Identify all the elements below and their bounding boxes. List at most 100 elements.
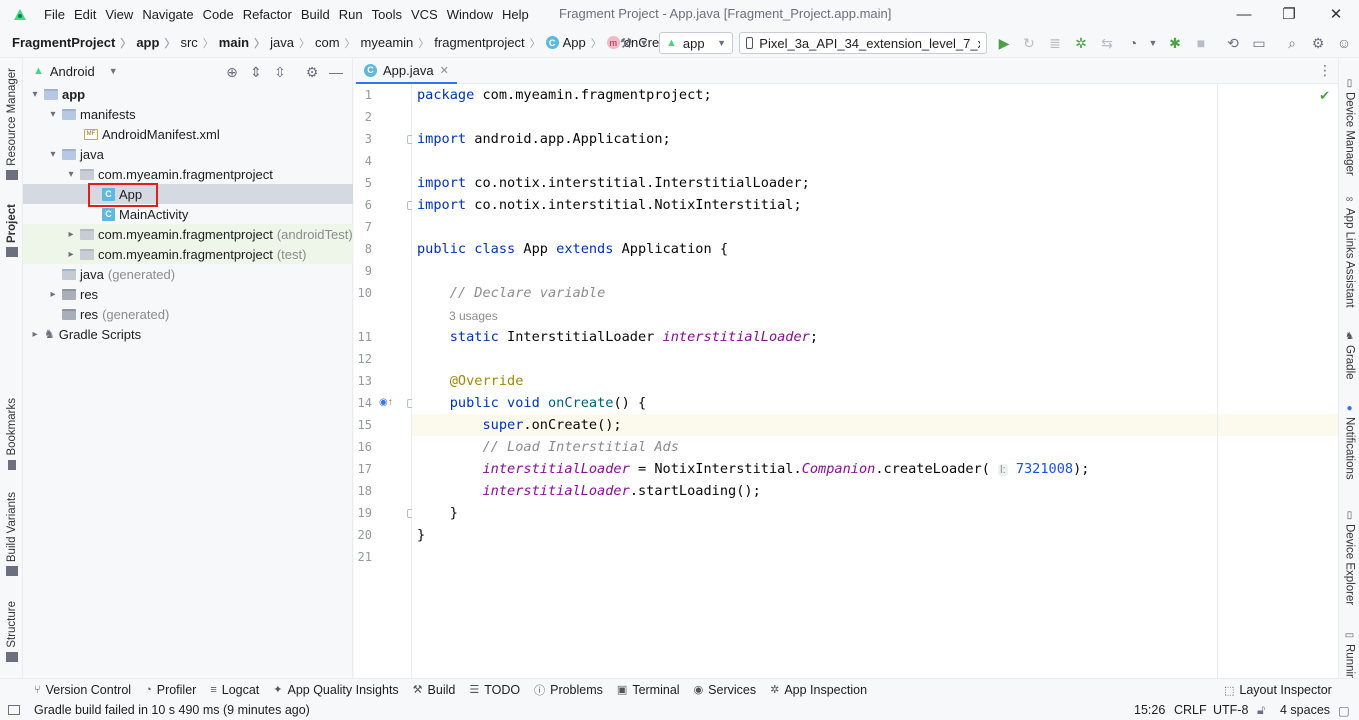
minimize-button[interactable]: — bbox=[1221, 0, 1267, 28]
breadcrumb-java[interactable]: java 〉 bbox=[270, 35, 315, 51]
chevron-down-icon[interactable]: ▼ bbox=[109, 66, 118, 76]
menu-view[interactable]: View bbox=[101, 7, 137, 22]
maximize-button[interactable]: ❐ bbox=[1266, 0, 1312, 28]
tool-logcat[interactable]: ≡ Logcat bbox=[210, 683, 259, 697]
tool-tab-device-explorer[interactable]: ▯ Device Explorer bbox=[1339, 510, 1359, 605]
chevron-down-icon[interactable]: ▾ bbox=[28, 89, 42, 100]
chevron-down-icon[interactable]: ▾ bbox=[46, 149, 60, 160]
tab-app-java[interactable]: C App.java ✕ bbox=[356, 58, 457, 84]
tree-item-gradle-scripts[interactable]: ▸ ♞ Gradle Scripts bbox=[23, 324, 353, 344]
account-icon[interactable]: ☺ bbox=[1332, 32, 1356, 54]
menu-help[interactable]: Help bbox=[498, 7, 533, 22]
tree-item-app[interactable]: ▾ app bbox=[23, 84, 353, 104]
tool-tab-device-manager[interactable]: ▯ Device Manager bbox=[1339, 78, 1359, 176]
code-editor[interactable]: ✔ package com.myeamin.fragmentproject; i… bbox=[412, 84, 1338, 678]
tree-item-package[interactable]: ▾ com.myeamin.fragmentproject bbox=[23, 164, 353, 184]
run-config-select[interactable]: ▲ app ▼ bbox=[659, 32, 733, 54]
breadcrumb-com[interactable]: com 〉 bbox=[315, 35, 361, 51]
chevron-right-icon[interactable]: ▸ bbox=[46, 289, 60, 300]
tree-item-java[interactable]: ▾ java bbox=[23, 144, 353, 164]
hide-panel-icon[interactable]: — bbox=[324, 61, 348, 83]
chevron-right-icon[interactable]: ▸ bbox=[28, 329, 42, 340]
chevron-down-icon[interactable]: ▼ bbox=[632, 32, 656, 54]
tool-problems[interactable]: ⓘ Problems bbox=[534, 682, 603, 698]
tool-tab-gradle[interactable]: ♞ Gradle bbox=[1339, 331, 1359, 380]
locate-file-icon[interactable]: ⊕ bbox=[220, 61, 244, 83]
chevron-down-icon[interactable]: ▼ bbox=[1141, 32, 1165, 54]
line-separator[interactable]: CRLF bbox=[1174, 703, 1207, 717]
close-window-button[interactable]: ✕ bbox=[1313, 0, 1359, 28]
menu-refactor[interactable]: Refactor bbox=[239, 7, 296, 22]
tool-build[interactable]: ⚒ Build bbox=[413, 683, 456, 697]
attach-process-icon[interactable]: ✱ bbox=[1163, 32, 1187, 54]
menu-edit[interactable]: Edit bbox=[70, 7, 100, 22]
tool-services[interactable]: ◉ Services bbox=[694, 683, 757, 697]
tree-item-test-package[interactable]: ▸ com.myeamin.fragmentproject (test) bbox=[23, 244, 353, 264]
no-problems-check-icon[interactable]: ✔ bbox=[1319, 88, 1330, 104]
tool-tab-bookmarks[interactable]: Bookmarks bbox=[0, 398, 23, 470]
run-icon[interactable]: ▶ bbox=[992, 32, 1016, 54]
collapse-all-icon[interactable]: ⇳ bbox=[268, 61, 292, 83]
gear-icon[interactable]: ⚙ bbox=[300, 61, 324, 83]
tool-tab-resource-manager[interactable]: Resource Manager bbox=[0, 68, 23, 180]
menu-navigate[interactable]: Navigate bbox=[138, 7, 197, 22]
tree-item-manifests[interactable]: ▾ manifests bbox=[23, 104, 353, 124]
tool-tab-project[interactable]: Project bbox=[0, 204, 23, 257]
memory-indicator-icon[interactable]: ▢ bbox=[1338, 703, 1350, 718]
tool-tab-structure[interactable]: Structure bbox=[0, 601, 23, 662]
tool-tab-app-links-assistant[interactable]: ∞ App Links Assistant bbox=[1339, 194, 1359, 308]
tree-item-main-activity[interactable]: C MainActivity bbox=[23, 204, 353, 224]
settings-icon[interactable]: ⚙ bbox=[1306, 32, 1330, 54]
menu-tools[interactable]: Tools bbox=[368, 7, 406, 22]
close-tab-icon[interactable]: ✕ bbox=[440, 64, 449, 77]
attach-debugger-icon[interactable]: ⇆ bbox=[1095, 32, 1119, 54]
read-only-lock-icon[interactable]: 🔓︎ bbox=[1257, 703, 1265, 718]
breadcrumb-project[interactable]: FragmentProject 〉 bbox=[12, 35, 136, 51]
more-options-icon[interactable]: ⋮ bbox=[1318, 62, 1332, 79]
tool-tab-notifications[interactable]: ● Notifications bbox=[1339, 403, 1359, 480]
tool-app-inspection[interactable]: ✲ App Inspection bbox=[770, 683, 867, 697]
breadcrumb-module[interactable]: app 〉 bbox=[136, 35, 180, 51]
tool-todo[interactable]: ☰ TODO bbox=[469, 683, 520, 697]
menu-run[interactable]: Run bbox=[335, 7, 367, 22]
breadcrumb-main[interactable]: main 〉 bbox=[219, 35, 270, 51]
file-encoding[interactable]: UTF-8 bbox=[1213, 703, 1248, 717]
menu-build[interactable]: Build bbox=[297, 7, 334, 22]
tool-tab-running[interactable]: ▭ Running bbox=[1339, 630, 1359, 678]
tool-layout-inspector[interactable]: ⬚ Layout Inspector bbox=[1224, 683, 1332, 697]
breadcrumb-src[interactable]: src 〉 bbox=[180, 35, 218, 51]
apply-changes-icon[interactable]: ↻ bbox=[1017, 32, 1041, 54]
menu-vcs[interactable]: VCS bbox=[407, 7, 442, 22]
chevron-right-icon[interactable]: ▸ bbox=[64, 249, 78, 260]
tree-item-res-generated[interactable]: res (generated) bbox=[23, 304, 353, 324]
expand-all-icon[interactable]: ⇕ bbox=[244, 61, 268, 83]
breadcrumb-fragmentproject[interactable]: fragmentproject 〉 bbox=[434, 35, 545, 51]
tree-item-android-test-package[interactable]: ▸ com.myeamin.fragmentproject (androidTe… bbox=[23, 224, 353, 244]
tree-item-res[interactable]: ▸ res bbox=[23, 284, 353, 304]
search-icon[interactable]: ⌕ bbox=[1280, 32, 1304, 54]
tool-tab-build-variants[interactable]: Build Variants bbox=[0, 492, 23, 577]
caret-position[interactable]: 15:26 bbox=[1134, 703, 1165, 717]
usages-hint[interactable]: 3 usages bbox=[449, 308, 498, 324]
override-method-icon[interactable]: ◉↑ bbox=[379, 397, 393, 408]
tool-terminal[interactable]: ▣ Terminal bbox=[617, 683, 680, 697]
chevron-right-icon[interactable]: ▸ bbox=[64, 229, 78, 240]
tree-item-android-manifest[interactable]: MF AndroidManifest.xml bbox=[23, 124, 353, 144]
tool-version-control[interactable]: ⑂ Version Control bbox=[34, 683, 131, 697]
menu-code[interactable]: Code bbox=[199, 7, 238, 22]
breadcrumb-myeamin[interactable]: myeamin 〉 bbox=[361, 35, 435, 51]
project-view-select[interactable]: Android bbox=[50, 64, 95, 79]
device-select[interactable]: Pixel_3a_API_34_extension_level_7_x86... bbox=[739, 32, 987, 54]
chevron-down-icon[interactable]: ▾ bbox=[46, 109, 60, 120]
chevron-down-icon[interactable]: ▾ bbox=[64, 169, 78, 180]
indent-setting[interactable]: 4 spaces bbox=[1280, 703, 1330, 717]
menu-file[interactable]: File bbox=[40, 7, 69, 22]
tool-profiler[interactable]: ◔ Profiler bbox=[145, 683, 196, 697]
stop-icon[interactable]: ■ bbox=[1189, 32, 1213, 54]
menu-window[interactable]: Window bbox=[443, 7, 497, 22]
status-message[interactable]: Gradle build failed in 10 s 490 ms (9 mi… bbox=[34, 703, 310, 717]
apply-code-changes-icon[interactable]: ≣ bbox=[1043, 32, 1067, 54]
device-manager-icon[interactable]: ▭ bbox=[1247, 32, 1271, 54]
breadcrumb-app-class[interactable]: C App 〉 bbox=[545, 35, 607, 51]
debug-icon[interactable]: ✲ bbox=[1069, 32, 1093, 54]
